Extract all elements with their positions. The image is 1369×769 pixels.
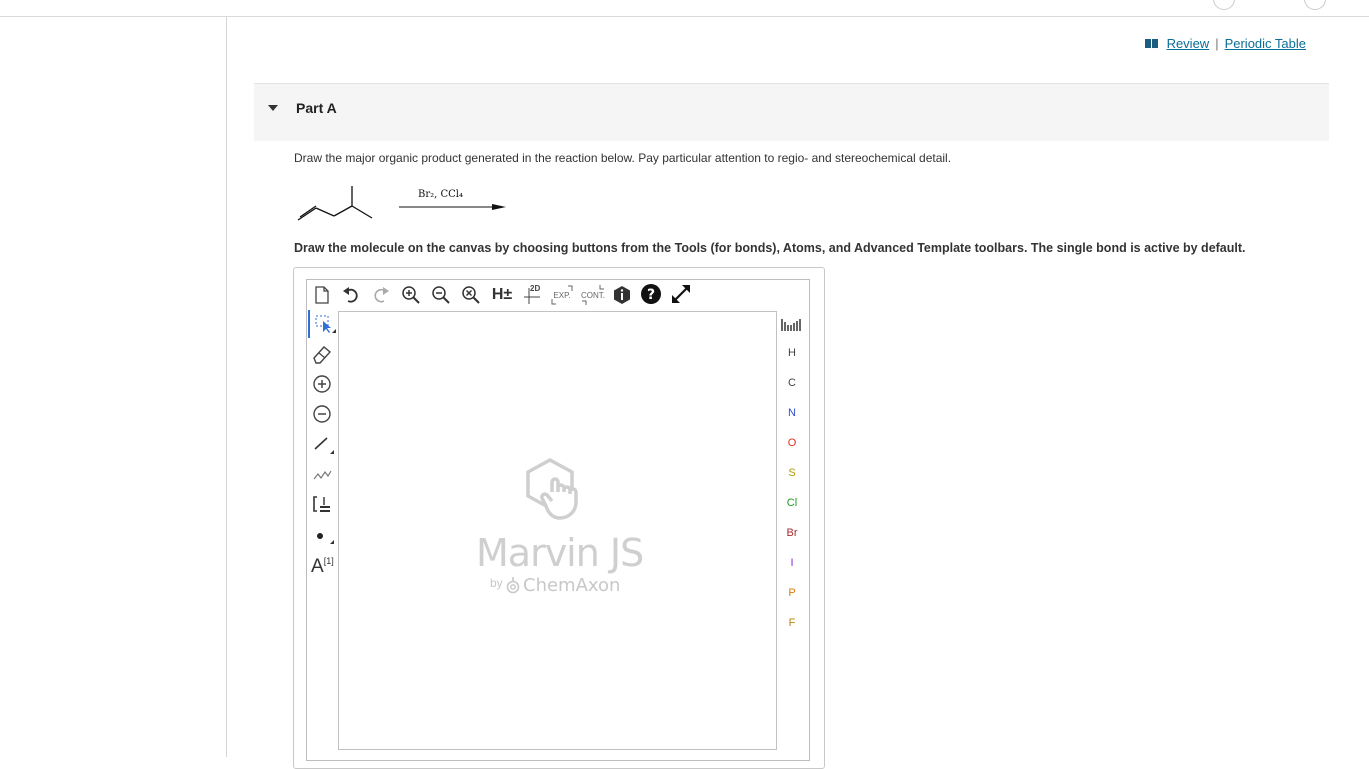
- atom-n[interactable]: N: [780, 407, 804, 419]
- left-column: [0, 17, 227, 757]
- info-icon[interactable]: [612, 284, 632, 306]
- atom-map-index: [1]: [323, 556, 334, 566]
- atom-c[interactable]: C: [780, 377, 804, 389]
- eraser-icon[interactable]: [308, 340, 336, 368]
- user-icon[interactable]: [1213, 0, 1235, 10]
- select-icon[interactable]: [308, 310, 338, 338]
- review-link[interactable]: Review: [1167, 36, 1210, 51]
- charge-minus-icon[interactable]: [308, 400, 336, 428]
- clean-2d-label: 2D: [530, 284, 541, 293]
- atom-f[interactable]: F: [780, 617, 804, 629]
- reagent-label: Br₂, CCl₄: [418, 189, 464, 200]
- redo-icon[interactable]: [371, 285, 391, 305]
- atom-i[interactable]: I: [780, 557, 804, 569]
- part-header[interactable]: Part A: [254, 83, 1329, 141]
- drawing-instructions: Draw the molecule on the canvas by choos…: [294, 241, 1246, 255]
- arrow-head-icon: [492, 204, 506, 210]
- atom-cl[interactable]: Cl: [780, 497, 804, 509]
- top-bar: [0, 0, 1369, 17]
- atom-h[interactable]: H: [780, 347, 804, 359]
- charge-plus-icon[interactable]: [308, 370, 336, 398]
- atom-s[interactable]: S: [780, 467, 804, 479]
- atom-map-letter: A: [311, 556, 324, 577]
- zoom-out-icon[interactable]: [431, 285, 451, 305]
- settings-icon[interactable]: [1304, 0, 1326, 10]
- zoom-reset-icon[interactable]: [461, 285, 481, 305]
- atom-br[interactable]: Br: [780, 527, 804, 539]
- reaction-scheme: Br₂, CCl₄: [294, 180, 514, 233]
- bracket-icon[interactable]: [308, 490, 336, 518]
- periodic-table-icon[interactable]: [780, 317, 804, 333]
- watermark-title: Marvin JS: [476, 531, 644, 575]
- marvin-logo-icon: [526, 458, 578, 520]
- question-prompt: Draw the major organic product generated…: [294, 151, 952, 165]
- book-icon: [1144, 39, 1158, 48]
- zoom-in-icon[interactable]: [401, 285, 421, 305]
- contract-icon[interactable]: CONT.: [580, 284, 606, 306]
- radical-icon[interactable]: [308, 520, 336, 548]
- periodic-table-link[interactable]: Periodic Table: [1225, 36, 1306, 51]
- hydrogens-icon[interactable]: H±: [490, 284, 514, 306]
- reactant-structure: [297, 186, 506, 221]
- svg-text:?: ?: [647, 287, 655, 303]
- fullscreen-icon[interactable]: [670, 283, 692, 305]
- chemaxon-logo-icon: [506, 577, 520, 594]
- atom-p[interactable]: P: [780, 587, 804, 599]
- new-document-icon[interactable]: [312, 285, 332, 305]
- collapse-caret-icon[interactable]: [268, 105, 278, 111]
- expand-icon[interactable]: EXP.: [550, 284, 574, 306]
- atom-map-icon[interactable]: A [1]: [308, 550, 339, 578]
- undo-icon[interactable]: [341, 285, 361, 305]
- single-bond-icon[interactable]: [308, 430, 336, 458]
- watermark-by: by: [490, 576, 503, 590]
- help-icon[interactable]: ?: [640, 283, 662, 305]
- header-links: Review | Periodic Table: [1144, 36, 1306, 51]
- link-separator: |: [1215, 36, 1219, 51]
- atom-o[interactable]: O: [780, 437, 804, 449]
- clean-2d-icon[interactable]: 2D: [521, 284, 543, 306]
- part-title: Part A: [296, 100, 337, 116]
- watermark-company: ChemAxon: [523, 575, 621, 596]
- chain-icon[interactable]: [308, 460, 336, 488]
